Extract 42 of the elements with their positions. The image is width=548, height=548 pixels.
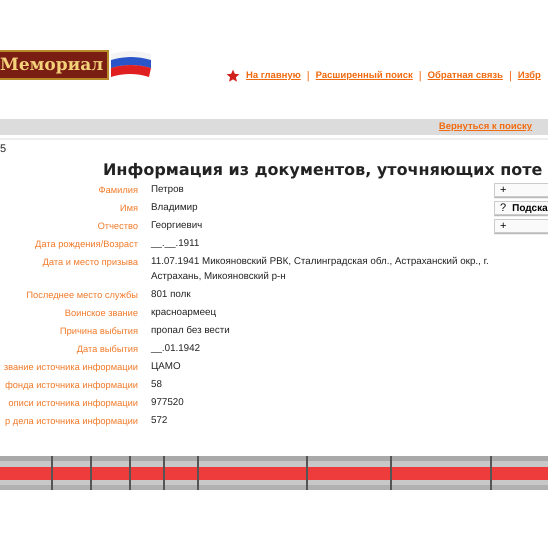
- field-value: 58: [150, 378, 163, 392]
- field-label: фонда источника информации: [4, 379, 138, 392]
- field-label: Последнее место службы: [25, 289, 138, 302]
- logo[interactable]: Мемориал: [0, 50, 110, 80]
- field-label: Причина выбытия: [58, 325, 138, 338]
- add-button[interactable]: +: [494, 183, 548, 197]
- field-value: ЦАМО: [150, 360, 182, 374]
- field-value: красноармеец: [150, 306, 218, 320]
- field-value: 977520: [150, 396, 185, 410]
- nav-link[interactable]: Избр: [518, 69, 541, 84]
- add-button[interactable]: +: [494, 219, 548, 233]
- field-label: Дата и место призыва: [42, 256, 138, 269]
- field-label: описи источника информации: [7, 397, 138, 410]
- field-label: Воинское звание: [64, 307, 138, 320]
- field-label: Имя: [118, 202, 138, 215]
- field-value: Петров: [150, 183, 185, 197]
- field-label: Отчество: [96, 220, 138, 233]
- nav-separator: |: [418, 69, 422, 84]
- nav-link[interactable]: На главную: [246, 69, 301, 84]
- field-value: Владимир: [150, 201, 199, 215]
- star-icon: [226, 69, 240, 84]
- field-value: Георгиевич: [150, 219, 204, 233]
- field-value: 11.07.1941 Микояновский РВК, Сталинградская обл., Астраханский окр., г. Астрахань, Микояновский р-н: [150, 255, 490, 284]
- field-label: звание источника информации: [2, 361, 138, 374]
- page-title: Информация из документов, уточняющих поте: [103, 159, 544, 181]
- field-value: 572: [150, 414, 168, 428]
- back-link[interactable]: Вернуться к поиску: [438, 120, 532, 134]
- field-value: __.__.1911: [150, 237, 200, 251]
- field-label: Фамилия: [98, 184, 138, 197]
- page-number: 5: [0, 142, 8, 155]
- nav-link[interactable]: Обратная связь: [428, 69, 503, 84]
- nav-separator: |: [306, 69, 310, 84]
- hint-button[interactable]: ? Подска: [494, 201, 548, 215]
- nav-link[interactable]: Расширенный поиск: [316, 69, 413, 84]
- flag-icon: [109, 50, 154, 80]
- nav-separator: |: [508, 69, 512, 84]
- field-label: Дата выбытия: [76, 343, 138, 356]
- field-value: 801 полк: [150, 288, 192, 302]
- field-value: __.01.1942: [150, 342, 202, 356]
- field-value: пропал без вести: [150, 324, 231, 338]
- field-label: р дела источника информации: [4, 415, 138, 428]
- field-label: Дата рождения/Возраст: [34, 238, 138, 251]
